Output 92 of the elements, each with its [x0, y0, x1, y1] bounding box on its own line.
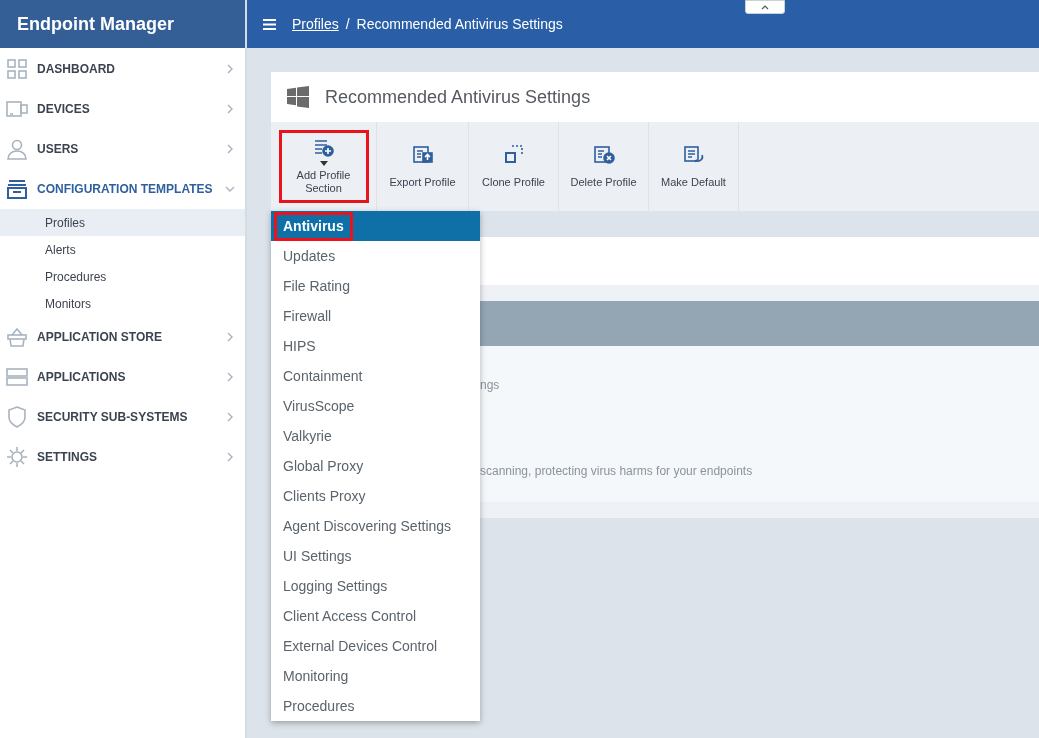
clipboard-upload-icon [411, 144, 434, 164]
nav-item[interactable]: USERS [0, 129, 245, 169]
section-text: ngs [480, 377, 501, 394]
nav-label: USERS [37, 141, 80, 158]
dropdown-item[interactable]: Client Access Control [271, 601, 480, 631]
clone-icon [502, 144, 525, 164]
subnav-item[interactable]: Profiles [0, 209, 245, 236]
dropdown-item[interactable]: Global Proxy [271, 451, 480, 481]
gear-icon [6, 446, 28, 468]
chevron-right-icon [225, 104, 235, 114]
dropdown-label: Antivirus [274, 211, 353, 241]
dropdown-item[interactable]: Updates [271, 241, 480, 271]
nav-item[interactable]: DEVICES [0, 89, 245, 129]
dropdown-label: Agent Discovering Settings [282, 516, 453, 536]
chevron-right-icon [225, 64, 235, 74]
subnav-item[interactable]: Procedures [0, 263, 245, 290]
devices-icon [6, 98, 28, 120]
nav-item[interactable]: SETTINGS [0, 437, 245, 477]
dropdown-item[interactable]: Logging Settings [271, 571, 480, 601]
dropdown-label: VirusScope [282, 396, 356, 416]
dropdown-item[interactable]: Valkyrie [271, 421, 480, 451]
clipboard-refresh-icon [682, 144, 705, 164]
breadcrumb-separator: / [345, 14, 350, 34]
chevron-right-icon [225, 144, 235, 154]
dropdown-label: Monitoring [282, 666, 350, 686]
dropdown-item[interactable]: External Devices Control [271, 631, 480, 661]
chevron-up-icon [760, 4, 770, 10]
nav-item[interactable]: DASHBOARD [0, 49, 245, 89]
toolbar-button[interactable]: Make Default [650, 130, 737, 203]
caret-down-icon [319, 161, 328, 166]
nav-label: CONFIGURATION TEMPLATES [37, 181, 214, 198]
collapse-tab[interactable] [745, 0, 785, 14]
nav-label: DASHBOARD [37, 61, 116, 78]
toolbar-button[interactable]: Add Profile Section [278, 130, 369, 203]
nav-item[interactable]: SECURITY SUB-SYSTEMS [0, 397, 245, 437]
subnav-item[interactable]: Alerts [0, 236, 245, 263]
dropdown-label: HIPS [282, 336, 317, 356]
dropdown-label: Firewall [282, 306, 333, 326]
dropdown-item[interactable]: Monitoring [271, 661, 480, 691]
breadcrumb-current: Recommended Antivirus Settings [356, 14, 563, 34]
dropdown-item[interactable]: UI Settings [271, 541, 480, 571]
dropdown-item[interactable]: Containment [271, 361, 480, 391]
dropdown-item[interactable]: Procedures [271, 691, 480, 721]
dropdown-item[interactable]: Clients Proxy [271, 481, 480, 511]
clipboard-delete-icon [592, 144, 615, 164]
dropdown-label: Client Access Control [282, 606, 418, 626]
nav-item[interactable]: CONFIGURATION TEMPLATES [0, 169, 245, 209]
windows-logo-icon [287, 86, 309, 108]
dropdown-label: Logging Settings [282, 576, 389, 596]
dropdown-label: File Rating [282, 276, 351, 296]
chevron-right-icon [225, 452, 235, 462]
nav-label: APPLICATION STORE [37, 329, 163, 346]
dropdown-label: Procedures [282, 696, 356, 716]
profile-title: Recommended Antivirus Settings [325, 85, 591, 109]
dropdown-label: UI Settings [282, 546, 353, 566]
nav-label: SETTINGS [37, 449, 98, 466]
chevron-right-icon [225, 412, 235, 422]
toolbar-button[interactable]: Export Profile [379, 130, 466, 203]
breadcrumb-link[interactable]: Profiles [292, 13, 339, 35]
list-add-icon [312, 138, 335, 158]
nav-label: SECURITY SUB-SYSTEMS [37, 409, 189, 426]
dropdown-item[interactable]: VirusScope [271, 391, 480, 421]
chevron-down-icon [225, 184, 235, 194]
nav-label: APPLICATIONS [37, 369, 127, 386]
toolbar-button[interactable]: Delete Profile [560, 130, 647, 203]
dropdown-label: External Devices Control [282, 636, 439, 656]
dropdown-label: Global Proxy [282, 456, 365, 476]
dropdown-label: Valkyrie [282, 426, 333, 446]
app-title: Endpoint Manager [17, 12, 174, 36]
dropdown-item[interactable]: HIPS [271, 331, 480, 361]
grid-icon [6, 58, 28, 80]
chevron-right-icon [225, 372, 235, 382]
dropdown-label: Clients Proxy [282, 486, 367, 506]
nav-label: DEVICES [37, 101, 91, 118]
dropdown-label: Updates [282, 246, 337, 266]
dropdown-label: Containment [282, 366, 364, 386]
nav-item[interactable]: APPLICATIONS [0, 357, 245, 397]
server-icon [6, 366, 28, 388]
menu-icon[interactable] [263, 18, 276, 30]
dropdown-item[interactable]: Agent Discovering Settings [271, 511, 480, 541]
dropdown-item[interactable]: Antivirus [271, 211, 480, 241]
chevron-right-icon [225, 332, 235, 342]
shield-icon [6, 406, 28, 428]
dropdown-item[interactable]: File Rating [271, 271, 480, 301]
user-icon [6, 138, 28, 160]
toolbar-button[interactable]: Clone Profile [470, 130, 557, 203]
subnav-item[interactable]: Monitors [0, 290, 245, 317]
section-text: scanning, protecting virus harms for your endpoints [480, 463, 754, 480]
basket-icon [6, 326, 28, 348]
dropdown-item[interactable]: Firewall [271, 301, 480, 331]
nav-item[interactable]: APPLICATION STORE [0, 317, 245, 357]
stack-icon [6, 178, 28, 200]
